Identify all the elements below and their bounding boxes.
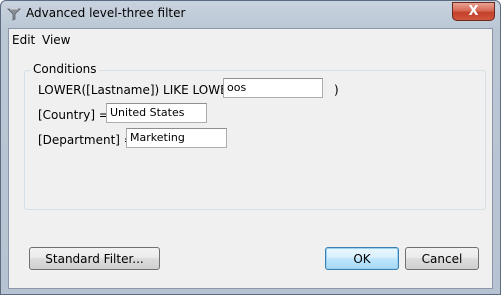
title-bar[interactable]: Advanced level-three filter X (1, 1, 500, 27)
menu-edit[interactable]: Edit (12, 33, 35, 47)
department-value-field[interactable]: Marketing (126, 128, 227, 148)
lastname-value-field[interactable]: oos (223, 78, 323, 98)
dialog-body: Edit View Conditions LOWER([Lastname]) L… (8, 28, 493, 289)
country-value-field[interactable]: United States (106, 103, 207, 123)
lastname-condition-label: LOWER([Lastname]) LIKE LOWER( (38, 83, 241, 97)
country-condition-label: [Country] = (38, 108, 109, 122)
close-button[interactable]: X (452, 2, 495, 21)
standard-filter-button[interactable]: Standard Filter... (29, 247, 160, 270)
window-title: Advanced level-three filter (26, 6, 186, 20)
menu-bar: Edit View (9, 29, 492, 49)
filter-funnel-icon (7, 7, 21, 21)
lastname-close-paren: ) (334, 83, 339, 97)
menu-view[interactable]: View (42, 33, 70, 47)
department-condition-label: [Department] = (38, 133, 134, 147)
cancel-button[interactable]: Cancel (405, 247, 479, 270)
close-icon: X (468, 4, 479, 19)
dialog-window: Advanced level-three filter X Edit View … (0, 0, 501, 295)
conditions-legend: Conditions (31, 62, 99, 76)
ok-button[interactable]: OK (325, 247, 399, 270)
